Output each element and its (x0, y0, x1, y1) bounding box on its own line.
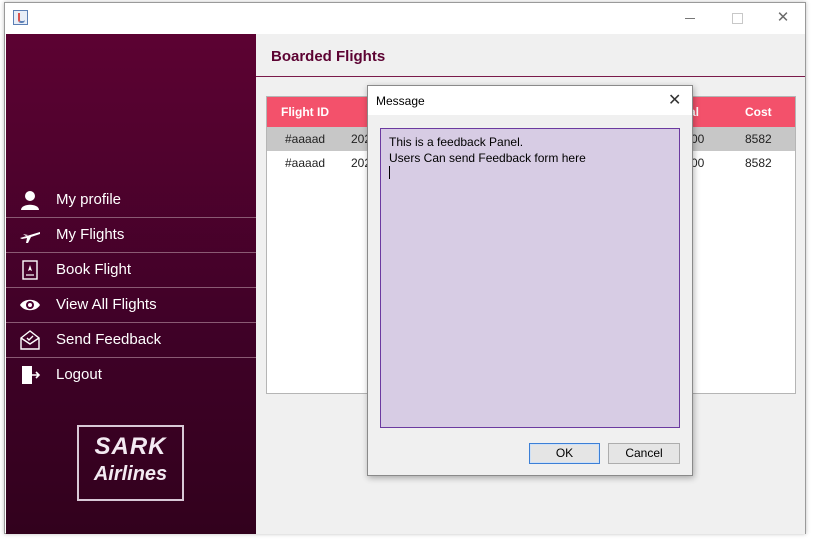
column-header-cost[interactable]: Cost (745, 97, 772, 127)
text-caret (389, 166, 390, 179)
close-window-button[interactable]: ✕ (774, 9, 792, 27)
maximize-button[interactable] (728, 9, 746, 27)
title-divider (256, 76, 805, 77)
plane-icon (20, 232, 40, 243)
page-title: Boarded Flights (271, 48, 386, 65)
sidebar-menu: My profile My Flights Book Flight View A… (6, 183, 256, 392)
sidebar-item-send-feedback[interactable]: Send Feedback (6, 323, 256, 358)
cell-arrival: 00 (691, 156, 705, 170)
dialog-title-bar: Message ✕ (368, 86, 692, 115)
sidebar: My profile My Flights Book Flight View A… (6, 34, 256, 534)
sidebar-item-label: My Flights (56, 226, 125, 243)
sidebar-item-label: My profile (56, 191, 122, 208)
cell-flight-id: #aaaad (285, 156, 326, 170)
message-dialog: Message ✕ This is a feedback Panel. User… (367, 85, 693, 476)
java-app-icon (13, 10, 28, 25)
sidebar-item-label: View All Flights (56, 296, 157, 313)
cell-cost: 8582 (745, 156, 772, 170)
ok-button[interactable]: OK (529, 443, 600, 464)
sidebar-item-my-flights[interactable]: My Flights (6, 218, 256, 253)
feedback-line-2-text: Users Can send Feedback form here (389, 151, 586, 165)
sidebar-item-view-all-flights[interactable]: View All Flights (6, 288, 256, 323)
feedback-line-1: This is a feedback Panel. (389, 135, 524, 149)
logo-line2: Airlines (93, 463, 168, 485)
sidebar-item-logout[interactable]: Logout (6, 358, 256, 392)
sidebar-item-label: Logout (56, 366, 102, 383)
logo-line1: SARK (94, 433, 167, 460)
dialog-close-icon[interactable]: ✕ (668, 90, 681, 110)
feedback-text-area[interactable]: This is a feedback Panel. Users Can send… (380, 128, 680, 428)
feedback-icon (20, 330, 40, 350)
sark-airlines-logo: SARK Airlines (77, 425, 184, 501)
user-icon (21, 191, 39, 210)
sidebar-item-label: Book Flight (56, 261, 132, 278)
dialog-title: Message (376, 94, 425, 108)
title-bar: ✕ (5, 3, 805, 34)
cell-cost: 8582 (745, 132, 772, 146)
cancel-button[interactable]: Cancel (608, 443, 680, 464)
sidebar-item-label: Send Feedback (56, 331, 162, 348)
minimize-button[interactable] (681, 9, 699, 27)
ticket-icon (22, 260, 38, 280)
sidebar-item-book-flight[interactable]: Book Flight (6, 253, 256, 288)
eye-icon (20, 299, 40, 311)
logout-icon (22, 366, 41, 384)
cell-arrival: 00 (691, 132, 705, 146)
feedback-line-2: Users Can send Feedback form here (389, 150, 671, 179)
sidebar-item-my-profile[interactable]: My profile (6, 183, 256, 218)
cell-flight-id: #aaaad (285, 132, 326, 146)
column-header-flight-id[interactable]: Flight ID (281, 97, 329, 127)
